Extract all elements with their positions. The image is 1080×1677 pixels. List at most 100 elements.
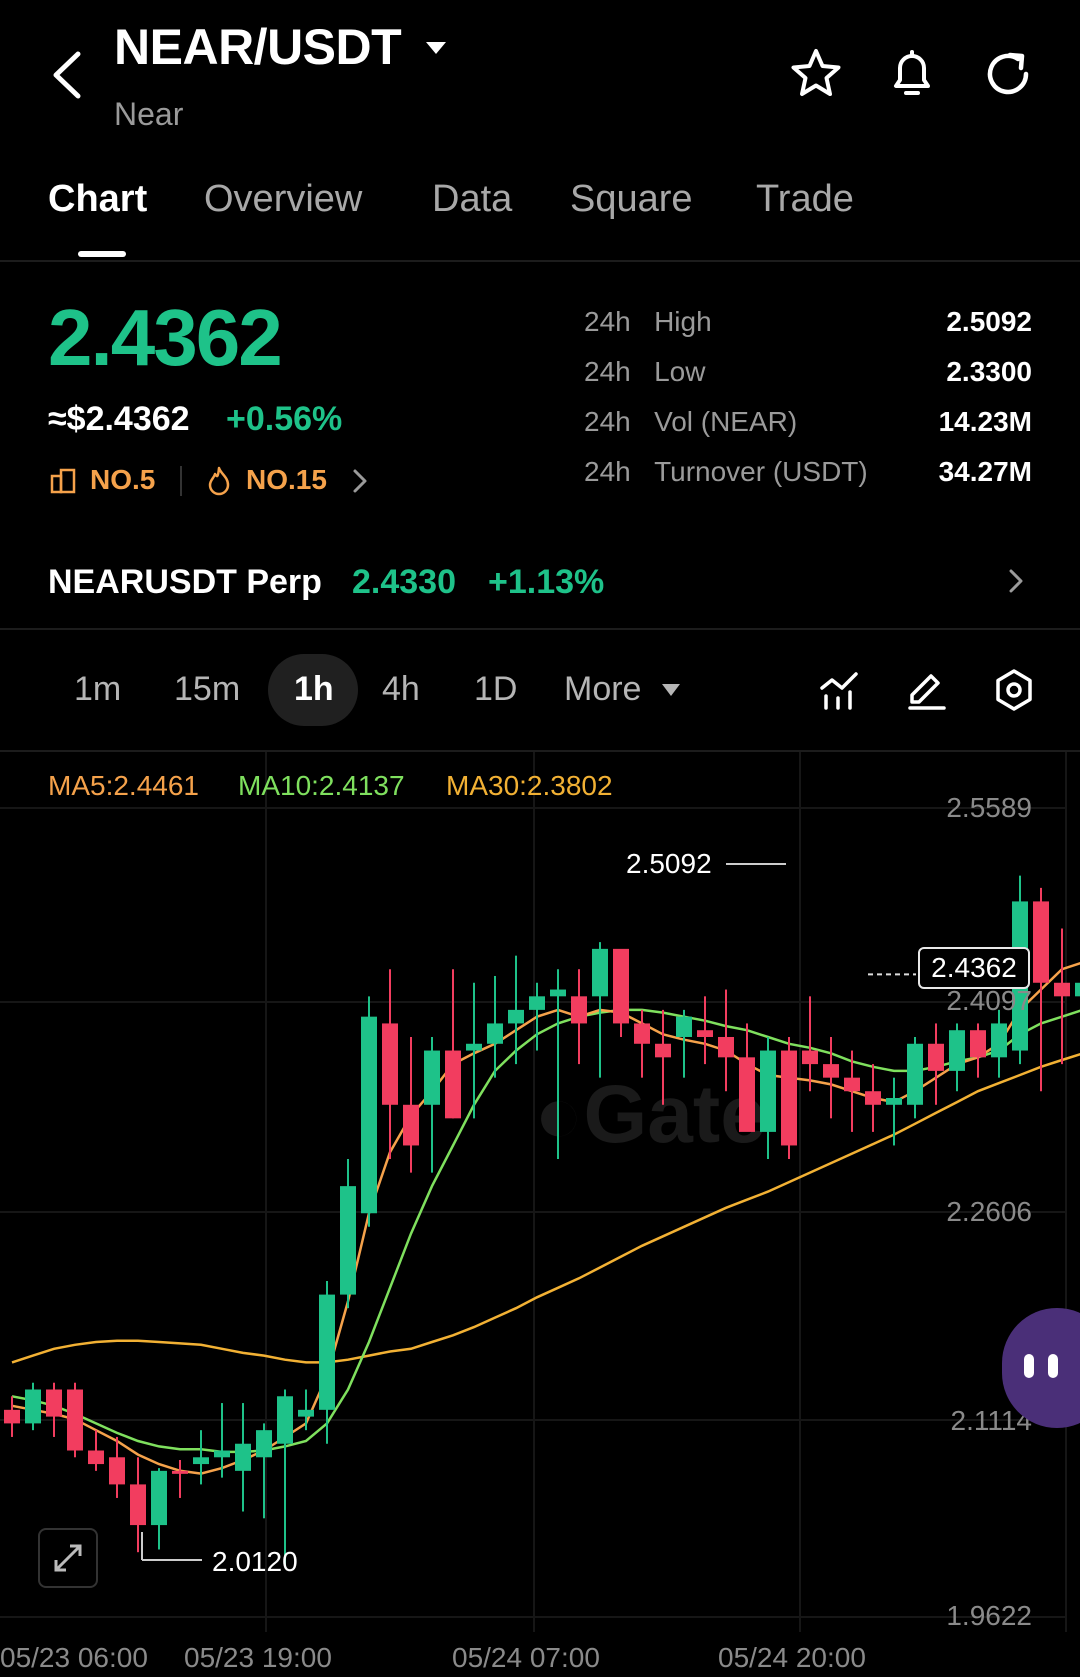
low-annotation: 2.0120 <box>212 1546 298 1577</box>
candle-body <box>865 1091 881 1105</box>
stat-turnover-label: 24h Turnover (USDT) <box>584 456 868 487</box>
candle-body <box>886 1098 902 1105</box>
candle-body <box>529 996 545 1010</box>
stat-turnover-value: 34.27M <box>938 456 1032 487</box>
candle-body <box>655 1043 671 1058</box>
perp-name[interactable]: NEARUSDT Perp <box>48 563 322 602</box>
market-cap-rank[interactable]: NO.5 <box>90 464 155 496</box>
active-tab-indicator <box>78 251 126 257</box>
candle-body <box>1054 982 1070 997</box>
candle-body <box>676 1016 692 1037</box>
tab-data[interactable]: Data <box>432 178 512 221</box>
candle-body <box>1075 982 1080 997</box>
candle-body <box>487 1023 503 1044</box>
candle-body <box>88 1450 104 1465</box>
candle-body <box>382 1023 398 1105</box>
settings-icon[interactable] <box>992 668 1036 712</box>
timeframe-1m[interactable]: 1m <box>74 670 121 709</box>
tab-chart[interactable]: Chart <box>48 178 147 221</box>
fiat-price: ≈$2.4362 <box>48 400 190 438</box>
candle-body <box>4 1409 20 1424</box>
candle-body <box>319 1294 335 1410</box>
divider <box>180 466 182 496</box>
candle-body <box>277 1396 293 1444</box>
divider <box>0 628 1080 630</box>
refresh-icon[interactable] <box>980 46 1036 102</box>
timeframe-1d[interactable]: 1D <box>474 670 517 709</box>
timeframe-more[interactable]: More <box>564 670 641 709</box>
candle-body <box>823 1064 839 1078</box>
stat-vol-value: 14.23M <box>938 406 1032 437</box>
ma5-label: MA5:2.4461 <box>48 770 199 801</box>
candle-body <box>130 1484 146 1526</box>
price-change: +0.56% <box>226 400 343 438</box>
high-annotation: 2.5092 <box>626 848 712 879</box>
candle-body <box>151 1470 167 1526</box>
candle-body <box>634 1023 650 1044</box>
chevron-right-icon[interactable] <box>352 468 368 494</box>
watermark-logo: ◐Gate <box>534 1069 766 1160</box>
stat-high-value: 2.5092 <box>946 306 1032 337</box>
stat-low-label: 24h Low <box>584 356 706 387</box>
candle-body <box>193 1457 209 1465</box>
candle-body <box>907 1043 923 1105</box>
ma30-label: MA30:2.3802 <box>446 770 613 801</box>
candle-body <box>109 1457 125 1485</box>
divider <box>0 260 1080 262</box>
pair-subtitle: Near <box>114 96 184 132</box>
pair-dropdown-icon[interactable] <box>426 42 446 54</box>
timeframe-1h[interactable]: 1h <box>294 670 334 709</box>
x-tick: 05/23 19:00 <box>184 1642 332 1673</box>
candle-body <box>592 948 608 997</box>
chevron-right-icon[interactable] <box>1008 568 1024 594</box>
perp-change: +1.13% <box>488 563 605 601</box>
candle-body <box>46 1389 62 1417</box>
flame-icon <box>208 466 230 496</box>
eye-icon <box>1024 1354 1034 1378</box>
candlestick-chart[interactable]: ◐Gate <box>0 752 1080 1677</box>
candle-body <box>298 1409 314 1417</box>
bell-icon[interactable] <box>884 46 940 102</box>
draw-pencil-icon[interactable] <box>904 668 948 712</box>
candle-body <box>25 1389 41 1424</box>
stat-vol-label: 24h Vol (NEAR) <box>584 406 798 437</box>
candle-body <box>718 1036 734 1058</box>
timeframe-4h[interactable]: 4h <box>382 670 420 709</box>
timeframe-15m[interactable]: 15m <box>174 670 240 709</box>
candle-body <box>172 1470 188 1474</box>
expand-icon[interactable] <box>38 1528 98 1588</box>
perp-price: 2.4330 <box>352 563 456 601</box>
more-dropdown-icon[interactable] <box>662 684 680 696</box>
indicator-icon[interactable] <box>818 668 862 712</box>
y-tick: 2.5589 <box>946 792 1032 823</box>
candle-body <box>571 996 587 1024</box>
tab-square[interactable]: Square <box>570 178 693 221</box>
candle-body <box>760 1050 776 1132</box>
candle-body <box>256 1430 272 1458</box>
tab-trade[interactable]: Trade <box>756 178 854 221</box>
star-icon[interactable] <box>788 46 844 102</box>
candle-body <box>550 989 566 997</box>
candle-body <box>403 1104 419 1146</box>
last-price: 2.4362 <box>48 293 283 382</box>
stat-high-label: 24h High <box>584 306 712 337</box>
tab-overview[interactable]: Overview <box>204 178 362 221</box>
y-tick: 1.9622 <box>946 1600 1032 1631</box>
candle-body <box>802 1050 818 1065</box>
candle-body <box>613 948 629 1024</box>
back-icon[interactable] <box>48 50 88 100</box>
candle-body <box>235 1443 251 1471</box>
candle-body <box>424 1050 440 1105</box>
candle-body <box>970 1030 986 1058</box>
candle-body <box>214 1450 230 1458</box>
market-cap-rank-icon <box>50 468 76 494</box>
candle-body <box>928 1043 944 1071</box>
ma10-label: MA10:2.4137 <box>238 770 405 801</box>
y-tick: 2.4097 <box>946 985 1032 1016</box>
popularity-rank[interactable]: NO.15 <box>246 464 327 496</box>
pair-title[interactable]: NEAR/USDT <box>114 18 402 76</box>
candle-body <box>508 1009 524 1024</box>
candle-body <box>361 1016 377 1214</box>
candle-body <box>466 1043 482 1051</box>
candle-body <box>67 1389 83 1451</box>
